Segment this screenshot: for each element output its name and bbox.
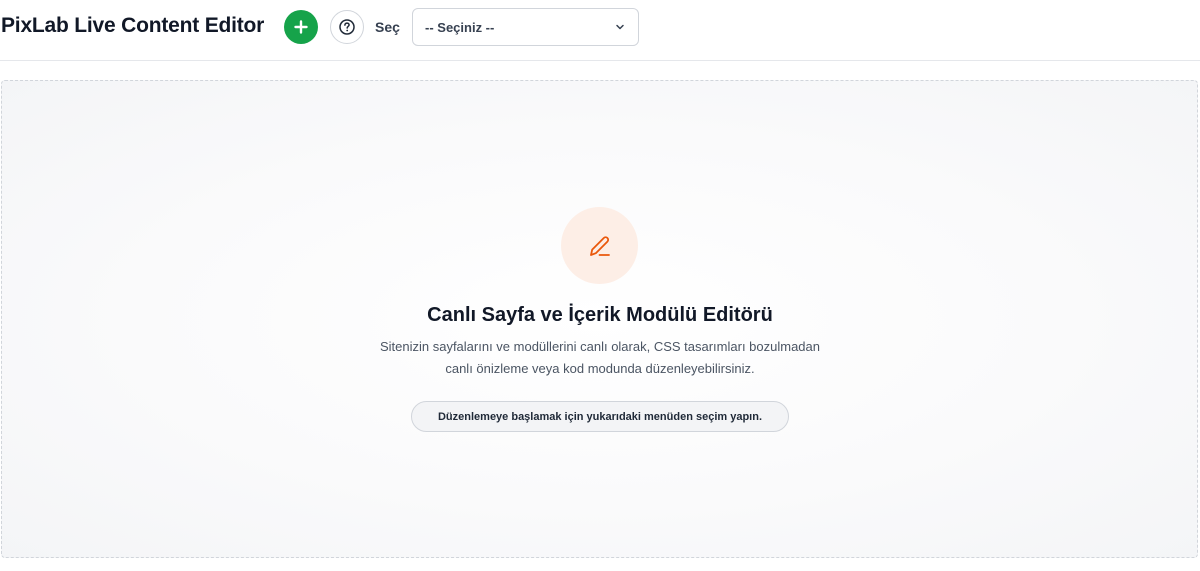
description-line-1: Sitenizin sayfalarını ve modüllerini can… [379, 339, 821, 354]
empty-state-description: Sitenizin sayfalarını ve modüllerini can… [330, 336, 870, 380]
plus-icon [293, 19, 309, 35]
chevron-down-icon [614, 21, 626, 33]
content-select[interactable]: -- Seçiniz -- [412, 8, 639, 46]
question-circle-icon [338, 18, 356, 36]
help-button[interactable] [330, 10, 364, 44]
select-value: -- Seçiniz -- [425, 19, 495, 35]
pencil-icon [561, 207, 638, 284]
top-toolbar: PixLab Live Content Editor Seç -- Seçini… [0, 0, 1200, 61]
select-label: Seç [375, 19, 400, 35]
description-line-2: canlı önizleme veya kod modunda düzenley… [445, 361, 755, 376]
app-title: PixLab Live Content Editor [1, 14, 265, 37]
empty-state-hint: Düzenlemeye başlamak için yukarıdaki men… [411, 401, 789, 432]
empty-state-title: Canlı Sayfa ve İçerik Modülü Editörü [427, 304, 773, 326]
add-button[interactable] [284, 10, 318, 44]
